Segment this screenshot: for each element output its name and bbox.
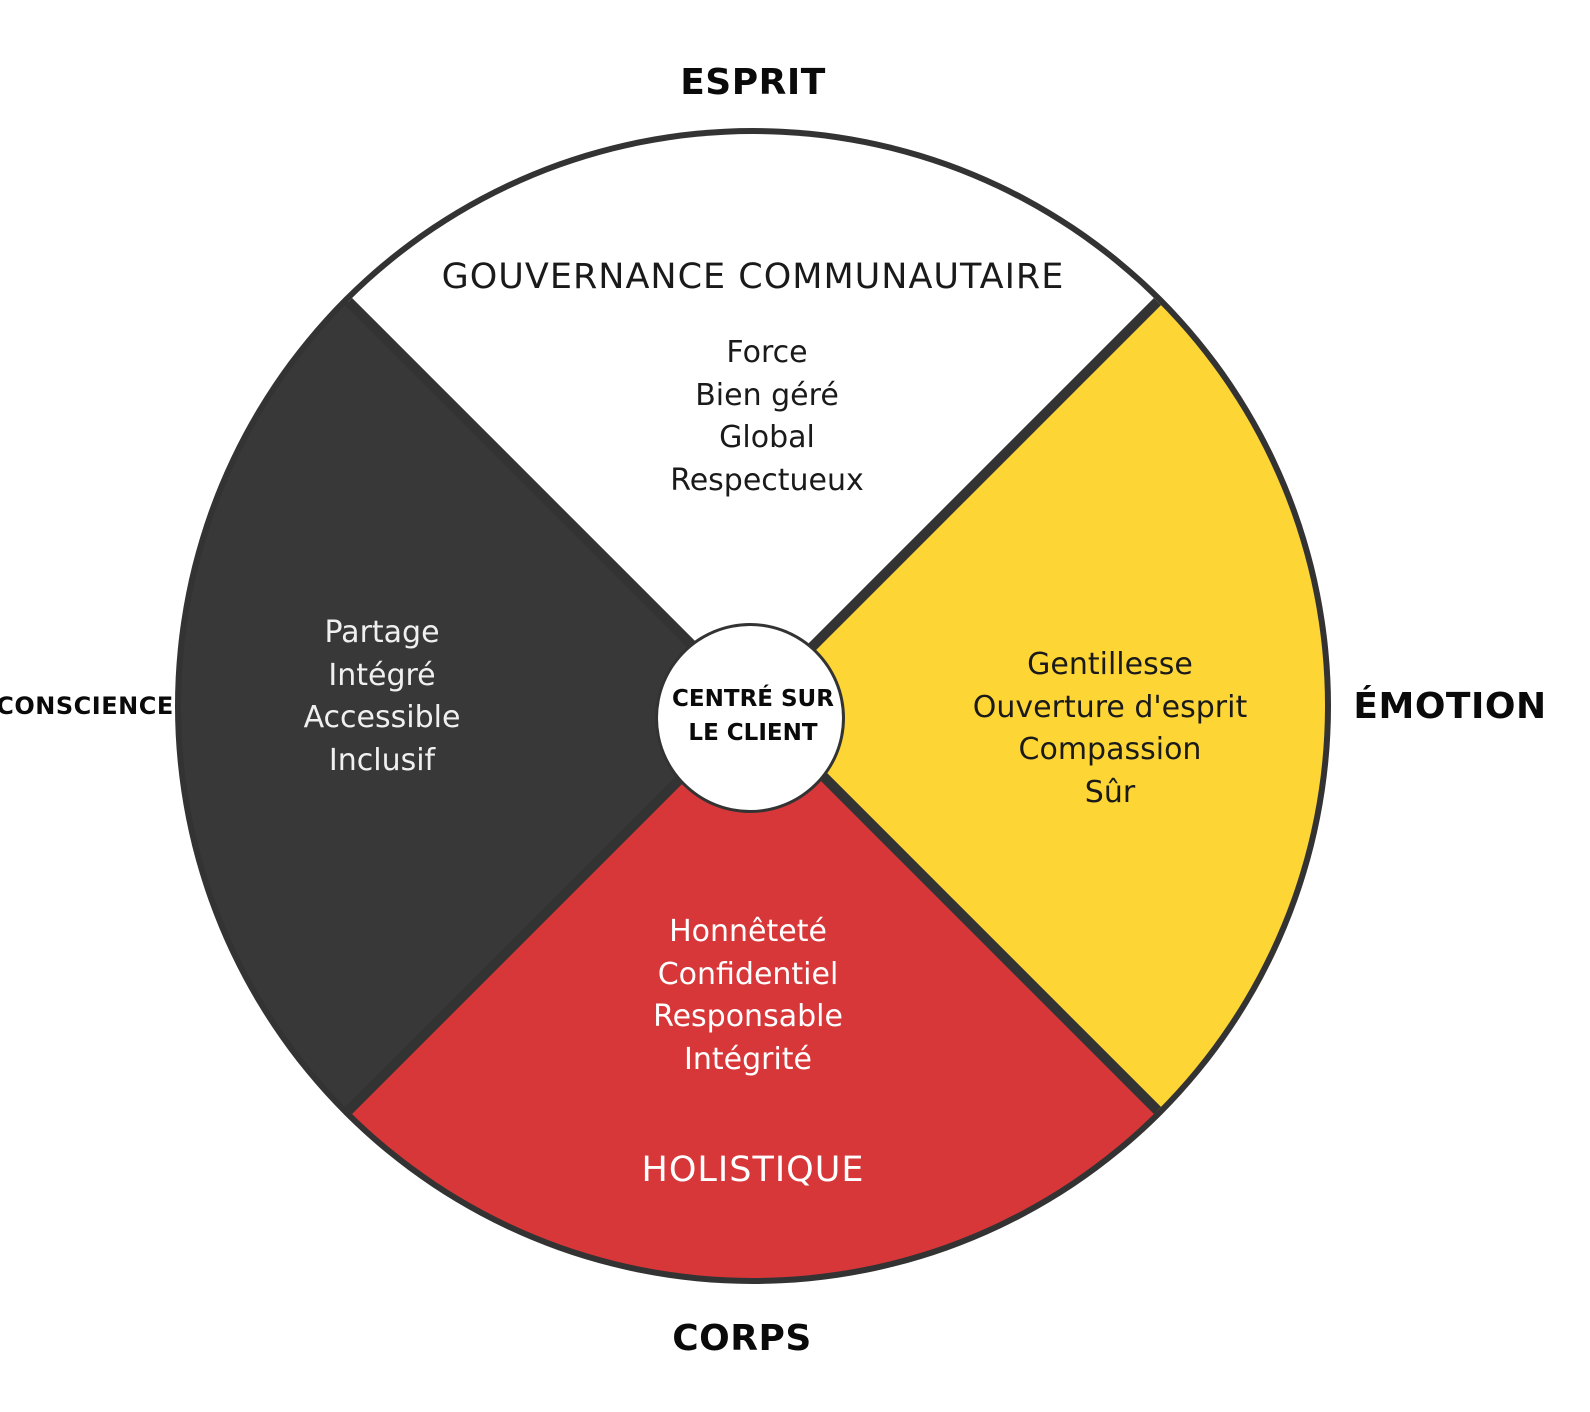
direction-label-left: CONSCIENCE [0, 692, 174, 720]
quadrant-word: Inclusif [328, 742, 436, 778]
quadrant-word: Global [719, 420, 815, 455]
center-label: CENTRÉ SUR LE CLIENT [672, 682, 834, 750]
direction-label-bottom: CORPS [672, 1318, 812, 1359]
quadrant-word: Responsable [653, 999, 843, 1034]
direction-label-top: ESPRIT [680, 62, 826, 103]
quadrant-word: Honnêteté [669, 914, 827, 949]
quadrant-word: Ouverture d'esprit [972, 689, 1248, 725]
quadrant-top-heading: GOUVERNANCE COMMUNAUTAIRE [441, 257, 1065, 297]
quadrant-word: Force [726, 335, 808, 370]
quadrant-word: Sûr [1084, 774, 1136, 810]
center-label-line: LE CLIENT [688, 720, 818, 746]
quadrant-right-words: Gentillesse Ouverture d'esprit Compassio… [973, 644, 1247, 814]
quadrant-word: Confidentiel [657, 956, 839, 992]
quadrant-word: Gentillesse [1027, 647, 1193, 682]
quadrant-word: Bien géré [695, 377, 839, 413]
quadrant-word: Compassion [1018, 732, 1202, 767]
quadrant-word: Partage [324, 615, 440, 650]
quadrant-word: Intégré [328, 657, 436, 693]
center-label-line: CENTRÉ SUR [672, 686, 834, 712]
quadrant-left-words: Partage Intégré Accessible Inclusif [304, 612, 461, 782]
quadrant-word: Respectueux [670, 462, 864, 498]
quadrant-top-words: Force Bien géré Global Respectueux [670, 332, 864, 502]
quadrant-bottom-words: Honnêteté Confidentiel Responsable Intég… [653, 911, 843, 1081]
direction-label-right: ÉMOTION [1353, 686, 1547, 727]
quadrant-bottom-heading: HOLISTIQUE [641, 1150, 865, 1190]
quadrant-word: Intégrité [683, 1041, 812, 1077]
quadrant-word: Accessible [303, 700, 461, 735]
